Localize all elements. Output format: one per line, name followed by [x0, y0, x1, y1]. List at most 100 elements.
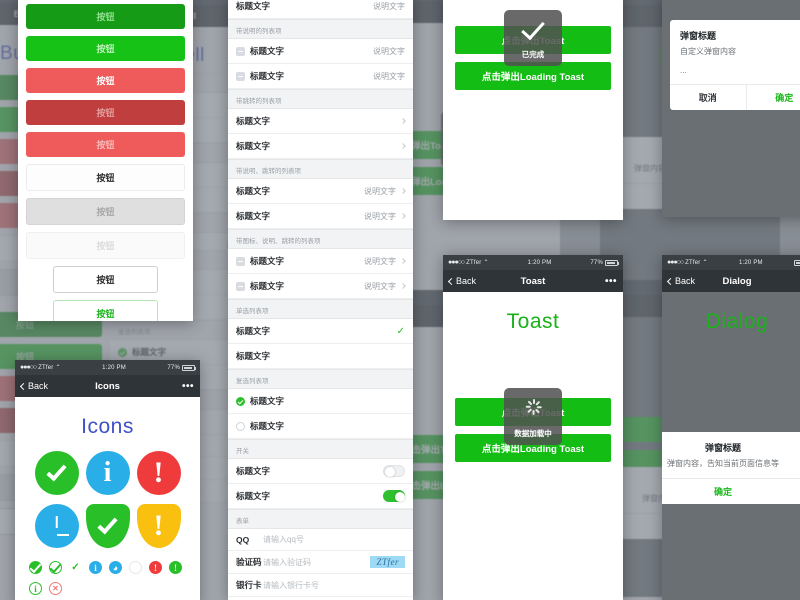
button-green[interactable]: 按钮 — [26, 36, 185, 61]
download-filled-icon: ! — [169, 561, 182, 574]
button-dark-green[interactable]: 按钮 — [26, 4, 185, 29]
form-row-bankcard[interactable]: 银行卡 请输入银行卡号 — [228, 574, 413, 597]
qq-input[interactable]: 请输入qq号 — [263, 534, 405, 545]
show-loading-toast-button[interactable]: 点击弹出Loading Toast — [455, 62, 611, 90]
form-row-captcha[interactable]: 验证码 请输入验证码 ZTfer — [228, 551, 413, 574]
dialog-screen-top: 弹窗标题 自定义弹窗内容 ... 取消 确定 — [662, 0, 800, 217]
nav-bar: Back Toast ••• — [443, 270, 623, 292]
toggle-switch-off[interactable] — [383, 465, 405, 477]
check-filled-icon — [29, 560, 42, 574]
button-gray[interactable]: 按钮 — [26, 198, 185, 225]
clock-circle-icon — [34, 504, 79, 548]
custom-dialog: 弹窗标题 自定义弹窗内容 ... 取消 确定 — [670, 20, 800, 110]
shield-check-icon — [85, 504, 130, 548]
dialog-screen: ●●●○○ ZTfer ⌃ 1:20 PM Back Dialog Dialog 弹… — [662, 255, 800, 600]
checkbox-list-item[interactable]: 标题文字 — [228, 389, 413, 414]
list-item[interactable]: 标题文字 说明文字 — [228, 179, 413, 204]
list-item[interactable]: 标题文字 说明文字 — [228, 64, 413, 89]
group-header: 带跳转的列表项 — [228, 89, 413, 109]
battery-icon — [604, 259, 619, 266]
signal-dots-icon: ●●●○○ — [667, 259, 684, 266]
small-icon-row-2: i ✕ — [21, 578, 194, 599]
button-dark-red[interactable]: 按钮 — [26, 100, 185, 125]
dialog-ok-button[interactable]: 确定 — [662, 479, 800, 504]
alert-dialog: 弹窗标题 弹窗内容，告知当前页面信息等 确定 — [662, 432, 800, 504]
dialog-title: 弹窗标题 — [704, 443, 741, 453]
page-title: Icons — [81, 415, 134, 438]
group-header: 带图标、说明、跳转的列表项 — [228, 229, 413, 249]
dialog-content: 弹窗内容，告知当前页面信息等 — [667, 459, 779, 468]
buttons-screen: 按钮 按钮 按钮 按钮 按钮 按钮 按钮 按钮 按钮 按钮 按钮 按钮 按钮 按… — [18, 0, 193, 321]
bankcard-input[interactable]: 请输入银行卡号 — [263, 580, 405, 591]
radio-list-item[interactable]: 标题文字 — [228, 344, 413, 369]
chevron-right-icon — [400, 143, 406, 149]
empty-circle-icon — [129, 561, 142, 574]
toast-popup-loading: 数据加载中 — [504, 388, 562, 445]
battery-icon — [181, 364, 196, 371]
list-item[interactable]: 标题文字 — [228, 109, 413, 134]
group-header-radio: 单选列表项 — [228, 299, 413, 319]
status-bar: ●●●○○ ZTfer ⌃ 1:20 PM 77% — [443, 255, 623, 270]
clock-label: 1:20 PM — [738, 259, 763, 266]
button-outline-green[interactable]: 按钮 — [53, 300, 158, 321]
carrier-label: ZTfer — [685, 259, 701, 266]
chevron-left-icon — [447, 277, 456, 285]
list-item[interactable]: 标题文字 说明文字 — [228, 274, 413, 299]
clock-filled-icon: ◕ — [109, 561, 122, 574]
carrier-label: ZTfer — [466, 259, 482, 266]
switch-list-item[interactable]: 标题文字 — [228, 459, 413, 484]
dialog-cancel-button[interactable]: 取消 — [670, 85, 747, 110]
nav-bar: Back Icons ••• — [15, 375, 200, 397]
button-outline[interactable]: 按钮 — [53, 266, 158, 293]
chevron-right-icon — [400, 188, 406, 194]
list-item[interactable]: 标题文字 说明文字 — [228, 39, 413, 64]
list-item[interactable]: 标题文字 说明文字 — [228, 249, 413, 274]
nav-bar: Back Dialog — [662, 270, 800, 292]
captcha-input[interactable]: 请输入验证码 — [263, 557, 370, 568]
toast-popup-done: 已完成 — [504, 10, 562, 66]
success-circle-icon — [34, 451, 79, 495]
list-item[interactable]: 标题文字 说明文字 — [228, 204, 413, 229]
field-label: 验证码 — [236, 557, 262, 567]
back-button[interactable]: Back — [19, 381, 48, 391]
cell-desc: 说明文字 — [373, 1, 405, 11]
carrier-label: ZTfer — [38, 364, 54, 371]
chevron-left-icon — [19, 382, 28, 390]
captcha-image[interactable]: ZTfer — [370, 556, 405, 568]
shield-warning-icon: ! — [136, 504, 181, 548]
button-disabled: 按钮 — [26, 232, 185, 259]
radio-list-item[interactable]: 标题文字 ✓ — [228, 319, 413, 344]
check-icon — [521, 15, 545, 41]
toggle-switch-on[interactable] — [383, 490, 405, 502]
page-title: Dialog — [705, 310, 769, 333]
chevron-right-icon — [400, 283, 406, 289]
dialog-content-secondary: ... — [680, 66, 687, 75]
check-plain-icon: ✓ — [71, 562, 80, 573]
dialog-ok-button[interactable]: 确定 — [747, 85, 800, 110]
battery-percent: 77% — [167, 364, 180, 371]
list-item[interactable]: 标题文字 — [228, 134, 413, 159]
page-title: Toast — [506, 310, 560, 333]
error-filled-icon: ! — [149, 561, 162, 574]
list-item[interactable]: 标题文字 说明文字 — [228, 0, 413, 19]
button-red[interactable]: 按钮 — [26, 68, 185, 93]
chevron-right-icon — [400, 258, 406, 264]
wifi-icon: ⌃ — [702, 260, 708, 266]
button-red-muted[interactable]: 按钮 — [26, 132, 185, 157]
checkbox-list-item[interactable]: 标题文字 — [228, 414, 413, 439]
switch-list-item[interactable]: 标题文字 — [228, 484, 413, 509]
back-button[interactable]: Back — [666, 276, 695, 286]
button-white[interactable]: 按钮 — [26, 164, 185, 191]
battery-percent: 77% — [590, 259, 603, 266]
form-row-qq[interactable]: QQ 请输入qq号 — [228, 529, 413, 551]
group-header-form: 表单 — [228, 509, 413, 529]
status-bar: ●●●○○ ZTfer ⌃ 1:20 PM — [662, 255, 800, 270]
checkbox-unchecked-icon[interactable] — [236, 421, 245, 431]
more-options-icon[interactable]: ••• — [182, 381, 194, 392]
wifi-icon: ⌃ — [55, 365, 61, 371]
field-label: 银行卡 — [236, 580, 262, 590]
checkbox-checked-icon[interactable] — [236, 396, 245, 406]
back-button[interactable]: Back — [447, 276, 476, 286]
group-header: 带说明、跳转的列表项 — [228, 159, 413, 179]
more-options-icon[interactable]: ••• — [605, 276, 617, 287]
